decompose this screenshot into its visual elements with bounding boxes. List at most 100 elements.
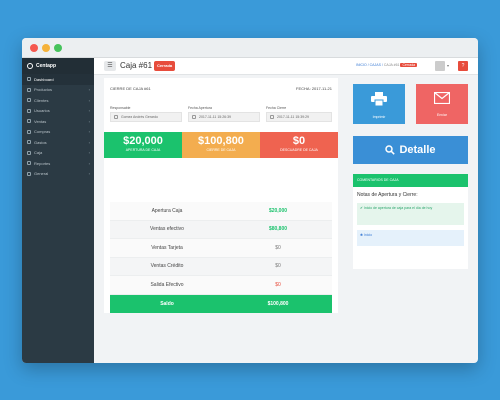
opening-note: ✔ Inicio de apertura de caja para el día… (357, 203, 464, 225)
sidebar-item-label: Usuarios (34, 108, 50, 114)
opening-tile: $20,000 APERTURA DE CAJA (104, 132, 182, 158)
chevron-right-icon: › (88, 108, 90, 114)
closing-tile: $100,800 CIERRE DE CAJA (182, 132, 260, 158)
table-row: Ventas efectivo $80,800 (110, 220, 332, 239)
cierre-field[interactable]: 2017-11-11 15:39:29 (266, 112, 332, 122)
menu-item-icon (27, 129, 31, 134)
close-window-dot[interactable] (30, 44, 38, 52)
chevron-down-icon[interactable]: ▾ (447, 63, 449, 68)
responsable-value: Gomez Andrés Gerardo (121, 115, 158, 119)
sidebar-item-compras[interactable]: Compras › (22, 127, 94, 138)
menu-item-icon (27, 87, 31, 92)
closing-note: ✱ Inicio (357, 230, 464, 246)
chevron-right-icon: › (88, 129, 90, 135)
maximize-window-dot[interactable] (54, 44, 62, 52)
sidebar-item-general[interactable]: General › (22, 169, 94, 180)
table-row: Apertura Caja $20,000 (110, 202, 332, 221)
email-button[interactable]: Enviar (416, 84, 468, 124)
sidebar: Centapp Dashboard Productos › Clientes › Usua… (22, 58, 94, 363)
sidebar-item-dashboard[interactable]: Dashboard (22, 74, 94, 85)
cash-register-card: CIERRE DE CAJA #61 FECHA: 2017-11-21 Res… (104, 78, 338, 313)
breadcrumb-home[interactable]: INICIO (356, 63, 367, 67)
breadcrumb-separator: / (367, 63, 369, 67)
sidebar-item-label: Dashboard (34, 76, 54, 82)
window-titlebar (22, 38, 478, 58)
breadcrumb-separator: / (381, 63, 383, 67)
menu-item-icon (27, 108, 31, 113)
row-label: Apertura Caja (151, 207, 183, 214)
opening-amount: $20,000 (123, 135, 163, 147)
closing-label: CIERRE DE CAJA (206, 148, 236, 152)
row-label: Salida Efectivo (150, 281, 184, 288)
menu-item-icon (27, 77, 31, 82)
sidebar-item-clientes[interactable]: Clientes › (22, 95, 94, 106)
sidebar-item-label: Productos (34, 87, 53, 93)
card-date: FECHA: 2017-11-21 (296, 86, 332, 91)
apertura-field[interactable]: 2017-11-11 15:26:39 (188, 112, 260, 122)
print-label: Imprimir (372, 115, 386, 119)
breadcrumb-status-badge: Cerrada (400, 63, 418, 67)
total-value: $100,800 (267, 300, 289, 307)
row-value: $80,800 (268, 226, 288, 233)
sidebar-item-label: Caja (34, 150, 43, 156)
sidebar-item-reportes[interactable]: Reportes › (22, 158, 94, 169)
menu-item-icon (27, 98, 31, 103)
menu-item-icon (27, 161, 31, 166)
closing-amount: $100,800 (198, 135, 244, 147)
help-button[interactable]: ? (458, 61, 468, 71)
opening-note-text: Inicio de apertura de caja para el día d… (363, 206, 433, 210)
sidebar-item-gastos[interactable]: Gastos › (22, 137, 94, 148)
apertura-label: Fecha Apertura (188, 106, 212, 110)
table-row: Salida Efectivo $0 (110, 276, 332, 295)
search-icon (385, 145, 396, 155)
sidebar-item-usuarios[interactable]: Usuarios › (22, 106, 94, 117)
cierre-label: Fecha Cierre (266, 106, 287, 110)
row-label: Ventas Crédito (150, 263, 184, 270)
responsable-field[interactable]: Gomez Andrés Gerardo (110, 112, 182, 122)
total-label: Saldo (160, 300, 174, 307)
sidebar-item-productos[interactable]: Productos › (22, 85, 94, 96)
cierre-value: 2017-11-11 15:39:29 (277, 115, 309, 119)
notes-title: Notas de Apertura y Cierre: (357, 192, 418, 198)
menu-item-icon (27, 140, 31, 145)
detail-button[interactable]: Detalle (353, 136, 468, 164)
brand[interactable]: Centapp (22, 58, 94, 74)
breadcrumb-current: CAJA #61 (383, 63, 400, 67)
row-value: $0 (275, 244, 281, 251)
calendar-icon (192, 115, 196, 119)
summary-table: Apertura Caja $20,000 Ventas efectivo $80,8… (110, 202, 332, 313)
menu-toggle-button[interactable]: ☰ (104, 61, 116, 71)
breadcrumb-section[interactable]: CAJAS (370, 63, 381, 67)
menu-item-icon (27, 119, 31, 124)
sidebar-item-ventas[interactable]: Ventas › (22, 116, 94, 127)
mismatch-tile: $0 DESCUADRE DE CAJA (260, 132, 338, 158)
opening-label: APERTURA DE CAJA (125, 148, 161, 152)
sidebar-item-label: Reportes (34, 160, 51, 166)
sidebar-item-label: Compras (34, 129, 51, 135)
user-icon (114, 115, 118, 119)
breadcrumb: INICIO / CAJAS / CAJA #61 Cerrada (356, 63, 418, 67)
minimize-window-dot[interactable] (42, 44, 50, 52)
envelope-icon (433, 91, 451, 105)
print-button[interactable]: Imprimir (353, 84, 405, 124)
row-label: Ventas efectivo (150, 226, 184, 233)
row-value: $20,000 (268, 207, 288, 214)
card-title: CIERRE DE CAJA #61 (110, 86, 151, 91)
sidebar-item-caja[interactable]: Caja › (22, 148, 94, 159)
sidebar-item-label: General (34, 171, 49, 177)
page-title: Caja #61 (120, 61, 153, 70)
avatar[interactable] (435, 61, 445, 71)
closing-note-text: Inicio (363, 233, 373, 237)
totals-tiles: $20,000 APERTURA DE CAJA $100,800 CIERRE… (104, 132, 338, 158)
chevron-right-icon: › (88, 87, 90, 93)
sidebar-nav: Dashboard Productos › Clientes › Usuarios › Ven… (22, 74, 94, 179)
chevron-right-icon: › (88, 97, 90, 103)
row-label: Ventas Tarjeta (151, 244, 183, 251)
row-value: $0 (275, 263, 281, 270)
chevron-right-icon: › (88, 171, 90, 177)
sidebar-item-label: Gastos (34, 139, 47, 145)
chevron-right-icon: › (88, 139, 90, 145)
mismatch-label: DESCUADRE DE CAJA (280, 148, 318, 152)
notes-panel: COMENTARIOS DE CAJA Notas de Apertura y … (353, 174, 468, 269)
chevron-right-icon: › (88, 150, 90, 156)
